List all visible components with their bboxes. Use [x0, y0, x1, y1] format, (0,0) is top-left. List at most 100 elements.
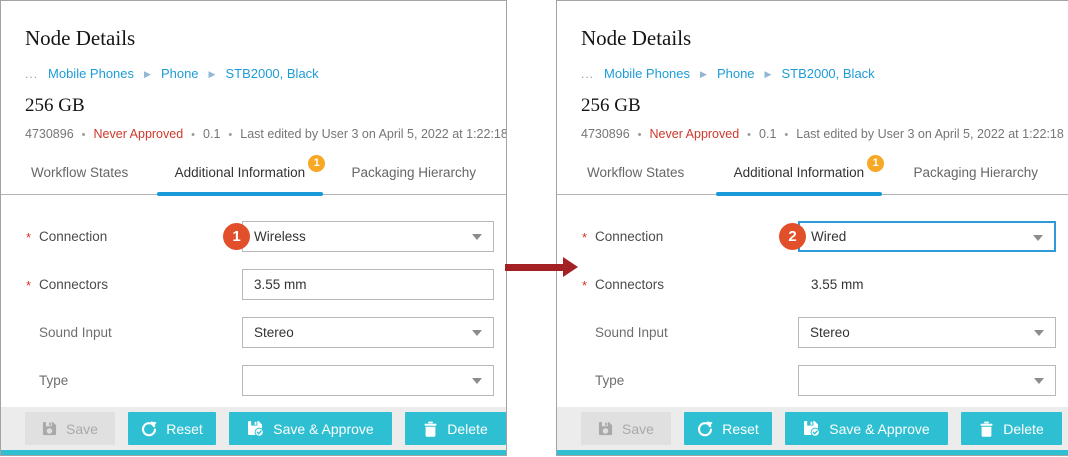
- separator-dot: [183, 127, 203, 141]
- sound-input-label: Sound Input: [1, 325, 242, 340]
- reset-label: Reset: [166, 421, 203, 437]
- node-details-panel-right: Node Details ...Mobile Phones▶Phone▶STB2…: [556, 0, 1068, 456]
- connection-row: *Connection 1 Wireless: [1, 221, 494, 252]
- tab-label: Additional Information: [734, 165, 865, 180]
- trash-icon: [979, 421, 994, 437]
- breadcrumb: ... Mobile Phones ▶ Phone ▶ STB2000, Black: [25, 66, 506, 81]
- type-row: Type: [557, 365, 1056, 396]
- save-icon: [42, 421, 57, 436]
- additional-information-form: *Connection 1 Wireless *Connectors 3.55 …: [1, 195, 506, 396]
- tab-count-badge: 1: [308, 155, 325, 172]
- breadcrumb-ellipsis[interactable]: ...: [25, 67, 38, 81]
- panel-bottom-accent: [557, 450, 1068, 455]
- chevron-right-icon: ▶: [209, 69, 216, 79]
- page-title: Node Details: [581, 26, 1068, 51]
- connection-label: *Connection: [557, 229, 798, 244]
- type-row: Type: [1, 365, 494, 396]
- type-label: Type: [557, 373, 798, 388]
- connectors-input[interactable]: 3.55 mm: [242, 269, 494, 300]
- required-asterisk: *: [582, 230, 587, 245]
- connection-dropdown[interactable]: Wireless: [242, 221, 494, 252]
- save-approve-icon: [803, 420, 820, 437]
- sound-input-row: Sound Input Stereo: [1, 317, 494, 348]
- page-title: Node Details: [25, 26, 506, 51]
- approval-status: Never Approved: [94, 127, 184, 141]
- connectors-row: *Connectors 3.55 mm: [557, 269, 1056, 300]
- tab-bar: Workflow States Additional Information1 …: [1, 155, 506, 195]
- tab-packaging-hierarchy[interactable]: Packaging Hierarchy: [347, 165, 480, 194]
- type-dropdown[interactable]: [242, 365, 494, 396]
- tab-count-badge: 1: [867, 155, 884, 172]
- sound-input-dropdown[interactable]: Stereo: [798, 317, 1056, 348]
- sound-input-dropdown[interactable]: Stereo: [242, 317, 494, 348]
- connectors-label: *Connectors: [1, 277, 242, 292]
- save-approve-button[interactable]: Save & Approve: [785, 412, 948, 445]
- sound-input-value: Stereo: [254, 325, 294, 340]
- connectors-value: 3.55 mm: [254, 277, 307, 292]
- tab-additional-information[interactable]: Additional Information1: [730, 165, 869, 194]
- version-number: 0.1: [759, 127, 776, 141]
- connectors-label: *Connectors: [557, 277, 798, 292]
- action-bar: Save Reset Save & Approve Delete: [557, 407, 1068, 450]
- breadcrumb-ellipsis[interactable]: ...: [581, 67, 594, 81]
- tab-workflow-states[interactable]: Workflow States: [27, 165, 132, 194]
- save-button[interactable]: Save: [581, 412, 671, 445]
- chevron-down-icon: [1033, 235, 1043, 241]
- node-meta: 4730896Never Approved0.1Last edited by U…: [581, 127, 1068, 141]
- save-approve-button[interactable]: Save & Approve: [229, 412, 392, 445]
- connectors-row: *Connectors 3.55 mm: [1, 269, 494, 300]
- delete-button[interactable]: Delete: [405, 412, 506, 445]
- save-label: Save: [66, 421, 98, 437]
- tab-additional-information[interactable]: Additional Information1: [171, 165, 310, 194]
- chevron-down-icon: [1034, 330, 1044, 336]
- panel-bottom-accent: [1, 450, 506, 455]
- separator-dot: [220, 127, 240, 141]
- last-edited-text: Last edited by User 3 on April 5, 2022 a…: [796, 127, 1068, 141]
- required-asterisk: *: [26, 230, 31, 245]
- required-asterisk: *: [26, 278, 31, 293]
- type-label: Type: [1, 373, 242, 388]
- tab-bar: Workflow States Additional Information1 …: [557, 155, 1068, 195]
- delete-label: Delete: [1003, 421, 1043, 437]
- additional-information-form: *Connection 2 Wired *Connectors 3.55 mm …: [557, 195, 1068, 396]
- reset-button[interactable]: Reset: [684, 412, 772, 445]
- change-arrow-icon: [505, 264, 563, 271]
- tab-packaging-hierarchy[interactable]: Packaging Hierarchy: [909, 165, 1042, 194]
- required-asterisk: *: [582, 278, 587, 293]
- breadcrumb-link-phone[interactable]: Phone: [717, 66, 755, 81]
- breadcrumb-link-stb2000[interactable]: STB2000, Black: [225, 66, 318, 81]
- save-label: Save: [622, 421, 654, 437]
- callout-step-1: 1: [223, 223, 250, 250]
- approval-status: Never Approved: [650, 127, 740, 141]
- chevron-down-icon: [472, 234, 482, 240]
- delete-button[interactable]: Delete: [961, 412, 1062, 445]
- node-title: 256 GB: [581, 95, 1068, 117]
- chevron-down-icon: [1034, 378, 1044, 384]
- breadcrumb-link-stb2000[interactable]: STB2000, Black: [781, 66, 874, 81]
- chevron-right-icon: ▶: [144, 69, 151, 79]
- connection-value: Wireless: [254, 229, 306, 244]
- node-id: 4730896: [25, 127, 74, 141]
- save-icon: [598, 421, 613, 436]
- breadcrumb-link-mobile-phones[interactable]: Mobile Phones: [48, 66, 134, 81]
- callout-step-2: 2: [779, 223, 806, 250]
- breadcrumb-link-phone[interactable]: Phone: [161, 66, 199, 81]
- sound-input-value: Stereo: [810, 325, 850, 340]
- connection-value: Wired: [811, 229, 846, 244]
- breadcrumb: ...Mobile Phones▶Phone▶STB2000, Black: [581, 66, 1068, 81]
- sound-input-row: Sound Input Stereo: [557, 317, 1056, 348]
- reset-icon: [141, 421, 157, 437]
- tab-workflow-states[interactable]: Workflow States: [583, 165, 688, 194]
- type-dropdown[interactable]: [798, 365, 1056, 396]
- chevron-down-icon: [472, 378, 482, 384]
- separator-dot: [74, 127, 94, 141]
- save-approve-label: Save & Approve: [273, 421, 373, 437]
- trash-icon: [423, 421, 438, 437]
- save-button[interactable]: Save: [25, 412, 115, 445]
- connection-dropdown[interactable]: Wired: [798, 221, 1056, 252]
- action-bar: Save Reset Save & Approve Delete: [1, 407, 506, 450]
- separator-dot: [630, 127, 650, 141]
- reset-button[interactable]: Reset: [128, 412, 216, 445]
- version-number: 0.1: [203, 127, 220, 141]
- breadcrumb-link-mobile-phones[interactable]: Mobile Phones: [604, 66, 690, 81]
